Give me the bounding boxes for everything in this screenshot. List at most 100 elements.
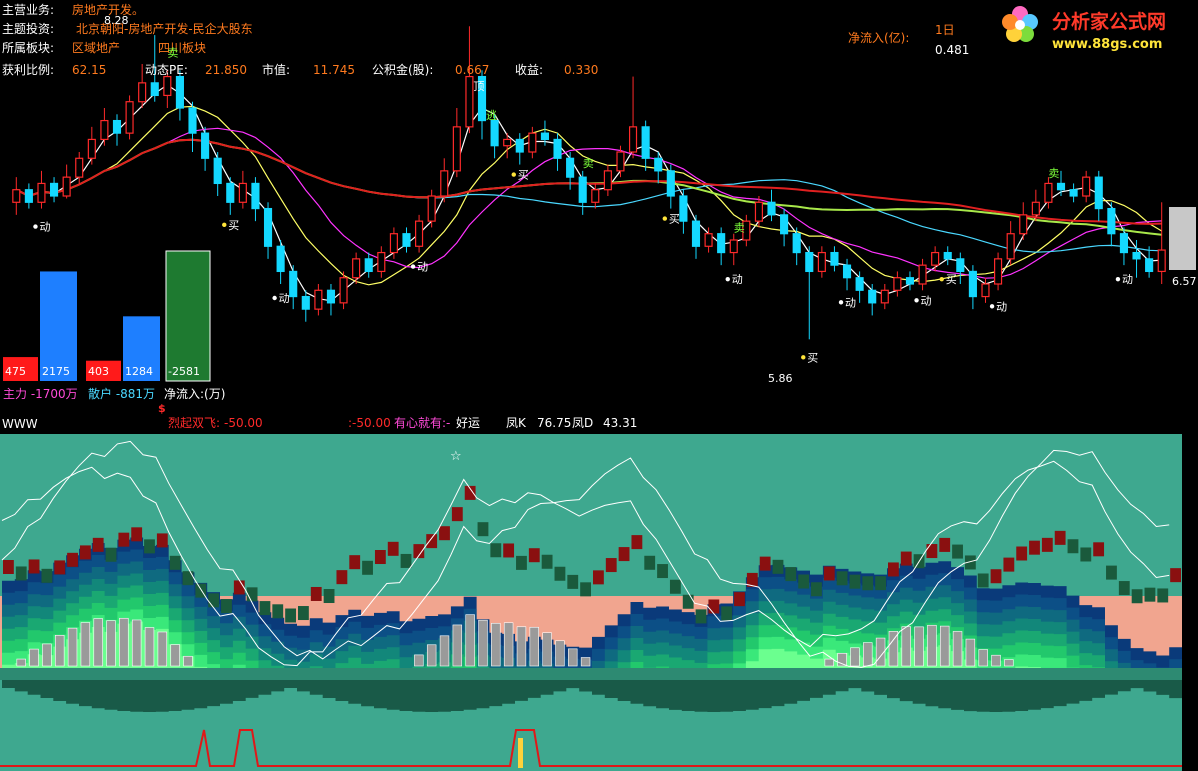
indicator-step — [259, 601, 271, 616]
indicator-step — [644, 555, 656, 570]
candle-body — [377, 251, 386, 273]
low-price-label: 5.86 — [768, 372, 793, 385]
period-label: 1日 — [935, 23, 955, 37]
indicator-step — [939, 537, 951, 552]
reserve-value: 0.667 — [455, 63, 489, 77]
theme-label: 主题投资: — [2, 21, 54, 36]
candle-body — [1145, 258, 1154, 273]
signal-dot — [272, 295, 277, 301]
indicator-step — [285, 608, 296, 623]
flow-bar: -2581 — [165, 250, 211, 382]
indicator-step — [554, 566, 566, 581]
indicator-column — [452, 624, 463, 667]
scroll-thumb[interactable] — [1169, 207, 1196, 270]
candle-body — [880, 289, 889, 304]
dollar-signal: $ — [158, 402, 166, 415]
indicator-step — [208, 593, 220, 608]
flow-bar: 403 — [86, 360, 121, 381]
indicator-step — [541, 554, 553, 569]
indicator-step — [516, 555, 527, 570]
indicator-step — [1029, 540, 1040, 555]
signal-label: 动 — [845, 296, 856, 309]
indicator-step — [567, 574, 579, 589]
indicator-column — [414, 654, 424, 667]
sector-value-2: 四川板块 — [158, 41, 206, 55]
candle-body — [352, 258, 361, 279]
candle-body — [515, 138, 524, 153]
indicator-step — [580, 582, 591, 597]
eps-value: 0.330 — [564, 63, 598, 77]
candle-body — [893, 277, 902, 291]
indicator-step — [900, 551, 912, 566]
indicator-step — [657, 564, 668, 579]
candle-body — [100, 119, 109, 141]
market-cap-label: 市值: — [262, 62, 290, 77]
indicator-step — [362, 560, 373, 575]
candle-body — [339, 277, 348, 304]
indicator-column — [952, 631, 963, 667]
indicator-column — [824, 658, 834, 667]
candle-body — [943, 251, 952, 260]
candle-body — [201, 132, 210, 159]
candle-body — [289, 270, 298, 298]
line1-label: 烈起双飞: — [168, 416, 220, 430]
indicator-step — [131, 527, 143, 542]
indicator-column — [940, 625, 950, 667]
candle-body — [780, 214, 789, 235]
candle-body — [968, 270, 977, 298]
candle-body — [1107, 207, 1116, 235]
candle-body — [389, 233, 398, 254]
candle-body — [1031, 201, 1040, 216]
pe-label: 动态PE: — [145, 63, 188, 77]
signal-dot — [662, 216, 668, 221]
candle-body — [62, 176, 71, 197]
indicator-step — [1170, 568, 1181, 583]
candle-body — [842, 264, 852, 279]
netflow-label: 净流入(亿): — [848, 30, 909, 45]
indicator-column — [131, 619, 142, 667]
indicator-column — [439, 635, 450, 667]
indicator-step — [631, 535, 643, 550]
indicator-step — [528, 548, 540, 563]
flow-bar: 1284 — [123, 316, 160, 381]
top-signal: 顶 — [473, 80, 484, 93]
signal-label: 动 — [1122, 273, 1133, 286]
phrase-text: 有心就有:- — [394, 416, 450, 430]
indicator-step — [682, 594, 694, 609]
line2-value: :-50.00 — [348, 416, 391, 430]
logo-text: 分析家公式网 — [1052, 10, 1166, 33]
indicator-step — [862, 576, 874, 591]
signal-dot — [725, 276, 730, 282]
indicator-column — [183, 655, 193, 667]
indicator-column — [170, 644, 180, 667]
d-value: 43.31 — [603, 416, 637, 430]
indicator-step — [734, 592, 745, 607]
netflow-axis-label: 净流入:(万) — [164, 387, 225, 401]
star-icon: ☆ — [450, 449, 462, 464]
indicator-step — [490, 543, 502, 558]
signal-dot — [989, 304, 995, 309]
sell-signal: 卖 — [1048, 167, 1059, 180]
indicator-step — [1067, 539, 1079, 554]
indicator-step — [759, 556, 771, 571]
candle-body — [1056, 182, 1066, 191]
signal-label: 买 — [669, 213, 680, 226]
indicator-column — [542, 632, 552, 667]
signal-dot — [222, 222, 227, 228]
indicator-step — [400, 553, 412, 568]
indicator-column — [850, 647, 860, 667]
indicator-column — [516, 626, 527, 667]
candle-body — [226, 182, 235, 203]
candle-body — [817, 251, 826, 273]
indicator-column — [914, 626, 924, 667]
indicator-step — [875, 576, 886, 591]
indicator-step — [374, 550, 386, 565]
candle-body — [37, 182, 46, 203]
sell-signal: 卖 — [167, 46, 178, 59]
zhuli-label: 主力 -1700万 — [3, 387, 78, 401]
candle-body — [251, 182, 260, 210]
indicator-column — [991, 654, 1001, 667]
indicator-panel: ☆ — [0, 434, 1182, 771]
reserve-label: 公积金(股): — [372, 62, 433, 77]
indicator-step — [28, 559, 40, 574]
